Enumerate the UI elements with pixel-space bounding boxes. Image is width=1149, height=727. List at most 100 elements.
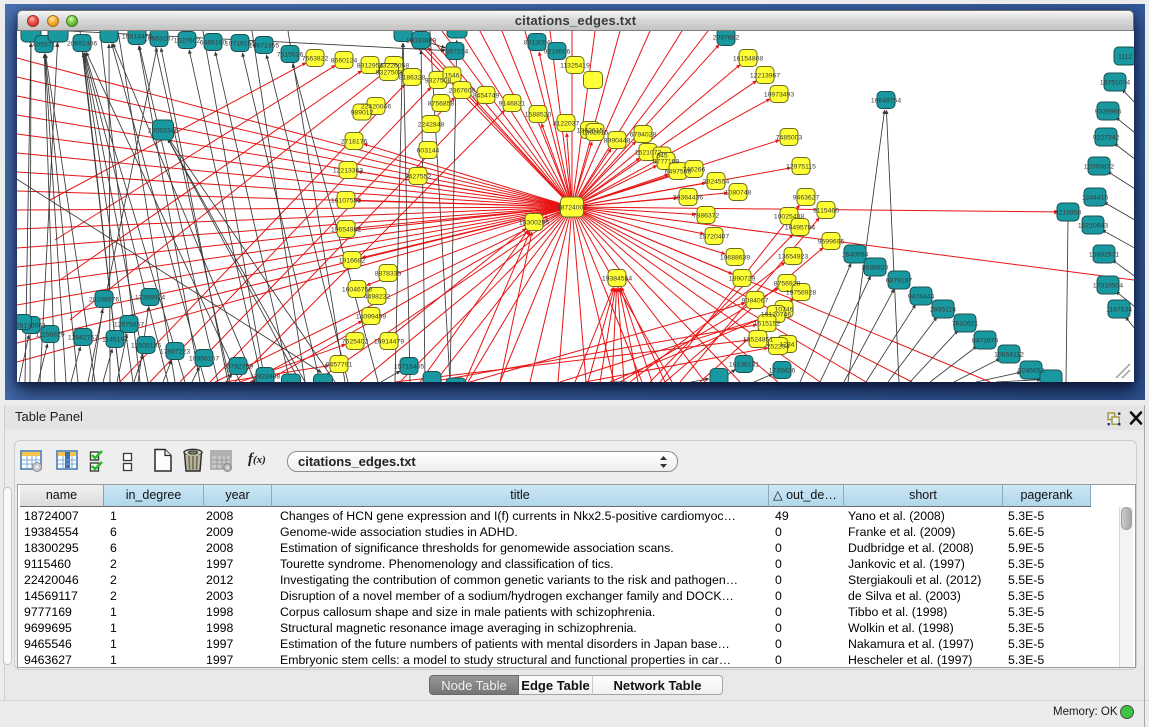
svg-text:7625402: 7625402 bbox=[342, 339, 369, 346]
svg-text:11325419: 11325419 bbox=[560, 63, 590, 70]
svg-text:9457791: 9457791 bbox=[326, 362, 353, 369]
svg-text:8756858: 8756858 bbox=[428, 101, 455, 108]
svg-text:19384554: 19384554 bbox=[602, 276, 632, 283]
svg-text:1640954: 1640954 bbox=[842, 252, 869, 259]
svg-text:8756928: 8756928 bbox=[774, 281, 801, 288]
svg-text:1244415: 1244415 bbox=[1082, 195, 1109, 202]
svg-text:8471676: 8471676 bbox=[972, 338, 999, 345]
svg-text:9463627: 9463627 bbox=[793, 195, 820, 202]
svg-text:20364436: 20364436 bbox=[673, 195, 703, 202]
svg-text:8454749: 8454749 bbox=[473, 93, 500, 100]
svg-text:10688639: 10688639 bbox=[720, 255, 750, 262]
svg-text:1733426: 1733426 bbox=[769, 368, 796, 375]
svg-text:14099459: 14099459 bbox=[356, 314, 386, 321]
svg-text:20206576: 20206576 bbox=[89, 297, 119, 304]
svg-text:9218506: 9218506 bbox=[544, 49, 571, 56]
svg-text:12942757: 12942757 bbox=[68, 335, 98, 342]
svg-text:8990448: 8990448 bbox=[604, 138, 631, 145]
svg-text:13654923: 13654923 bbox=[778, 254, 808, 261]
svg-text:1890729: 1890729 bbox=[729, 276, 756, 283]
svg-text:6794028: 6794028 bbox=[630, 132, 657, 139]
svg-text:8186328: 8186328 bbox=[399, 75, 426, 82]
svg-text:17957223: 17957223 bbox=[160, 349, 190, 356]
svg-text:8122037: 8122037 bbox=[553, 121, 580, 128]
svg-text:12975657: 12975657 bbox=[114, 322, 144, 329]
svg-text:1916682: 1916682 bbox=[339, 258, 366, 265]
svg-text:16210643: 16210643 bbox=[1078, 223, 1108, 230]
svg-text:15692971: 15692971 bbox=[1089, 252, 1119, 259]
svg-text:9699695: 9699695 bbox=[818, 239, 845, 246]
svg-text:16120746: 16120746 bbox=[761, 312, 791, 319]
svg-text:9146821: 9146821 bbox=[499, 101, 526, 108]
svg-text:9115460: 9115460 bbox=[813, 208, 839, 215]
svg-text:9329966: 9329966 bbox=[1095, 109, 1122, 116]
svg-text:8938923: 8938923 bbox=[862, 265, 889, 272]
svg-text:13524851: 13524851 bbox=[743, 337, 773, 344]
svg-text:7886372: 7886372 bbox=[693, 213, 720, 220]
svg-text:17359924: 17359924 bbox=[135, 295, 165, 302]
svg-text:10653287: 10653287 bbox=[144, 36, 174, 43]
svg-text:16107553: 16107553 bbox=[331, 198, 361, 205]
svg-text:1588520: 1588520 bbox=[525, 112, 552, 119]
svg-text:9427552: 9427552 bbox=[405, 174, 432, 181]
svg-text:12975115: 12975115 bbox=[786, 164, 816, 171]
svg-text:2935114: 2935114 bbox=[930, 307, 956, 314]
svg-text:9777169: 9777169 bbox=[653, 159, 680, 166]
svg-text:2718176: 2718176 bbox=[341, 139, 368, 146]
svg-text:12213363: 12213363 bbox=[333, 168, 363, 175]
svg-text:2242848: 2242848 bbox=[418, 122, 445, 129]
svg-text:11156829: 11156829 bbox=[35, 332, 64, 339]
svg-text:8215958: 8215958 bbox=[1055, 210, 1082, 217]
svg-text:1112: 1112 bbox=[1118, 54, 1132, 61]
svg-text:7663822: 7663822 bbox=[302, 56, 329, 63]
svg-text:10025438: 10025438 bbox=[774, 214, 804, 221]
svg-text:16136141: 16136141 bbox=[729, 362, 759, 369]
svg-text:9227342: 9227342 bbox=[1093, 135, 1120, 142]
svg-text:746266: 746266 bbox=[683, 167, 706, 174]
svg-text:1615152: 1615152 bbox=[754, 321, 781, 328]
svg-text:603144: 603144 bbox=[417, 148, 440, 155]
svg-text:15716485: 15716485 bbox=[394, 364, 424, 371]
svg-text:7632621: 7632621 bbox=[952, 321, 979, 328]
svg-text:26135061: 26135061 bbox=[17, 323, 46, 330]
svg-text:15751074: 15751074 bbox=[1100, 80, 1130, 87]
svg-text:8878335: 8878335 bbox=[375, 271, 402, 278]
svg-text:23226058: 23226058 bbox=[379, 63, 409, 70]
svg-text:16782759: 16782759 bbox=[223, 364, 253, 371]
svg-text:1167534: 1167534 bbox=[1106, 307, 1132, 314]
svg-text:2087682: 2087682 bbox=[713, 35, 740, 42]
svg-text:1546: 1546 bbox=[444, 73, 459, 80]
svg-text:9474444: 9474444 bbox=[908, 294, 935, 301]
svg-text:6466160: 6466160 bbox=[200, 40, 227, 47]
svg-text:10958167: 10958167 bbox=[189, 356, 219, 363]
svg-text:16495794: 16495794 bbox=[785, 225, 815, 232]
svg-text:16033809: 16033809 bbox=[406, 38, 436, 45]
svg-text:8660124: 8660124 bbox=[331, 58, 358, 65]
svg-text:6879197: 6879197 bbox=[886, 278, 913, 285]
svg-text:9245652: 9245652 bbox=[1018, 368, 1045, 375]
svg-text:1527602: 1527602 bbox=[174, 38, 201, 45]
svg-text:1145194: 1145194 bbox=[102, 337, 128, 344]
svg-text:4498222: 4498222 bbox=[364, 294, 391, 301]
svg-text:7515526: 7515526 bbox=[277, 52, 304, 59]
svg-text:18300295: 18300295 bbox=[519, 220, 549, 227]
svg-text:10973493: 10973493 bbox=[764, 92, 794, 99]
svg-text:16914479: 16914479 bbox=[374, 339, 404, 346]
svg-text:16648754: 16648754 bbox=[871, 98, 901, 105]
svg-text:19654982: 19654982 bbox=[331, 227, 361, 234]
svg-text:12505135: 12505135 bbox=[131, 343, 161, 350]
svg-text:12923488: 12923488 bbox=[250, 374, 280, 381]
svg-text:20053346: 20053346 bbox=[148, 128, 178, 135]
svg-text:989012: 989012 bbox=[351, 110, 374, 117]
svg-text:15720407: 15720407 bbox=[699, 234, 729, 241]
svg-text:12093872: 12093872 bbox=[1084, 164, 1114, 171]
svg-text:12213967: 12213967 bbox=[750, 73, 780, 80]
svg-text:14055714: 14055714 bbox=[29, 42, 59, 49]
svg-text:252254: 252254 bbox=[767, 344, 790, 351]
svg-text:7357224: 7357224 bbox=[442, 49, 469, 56]
svg-text:16671355: 16671355 bbox=[249, 43, 279, 50]
svg-text:7485003: 7485003 bbox=[776, 135, 803, 142]
svg-text:2367608: 2367608 bbox=[449, 88, 476, 95]
svg-text:18724007: 18724007 bbox=[557, 205, 587, 212]
svg-text:19756928: 19756928 bbox=[786, 290, 816, 297]
